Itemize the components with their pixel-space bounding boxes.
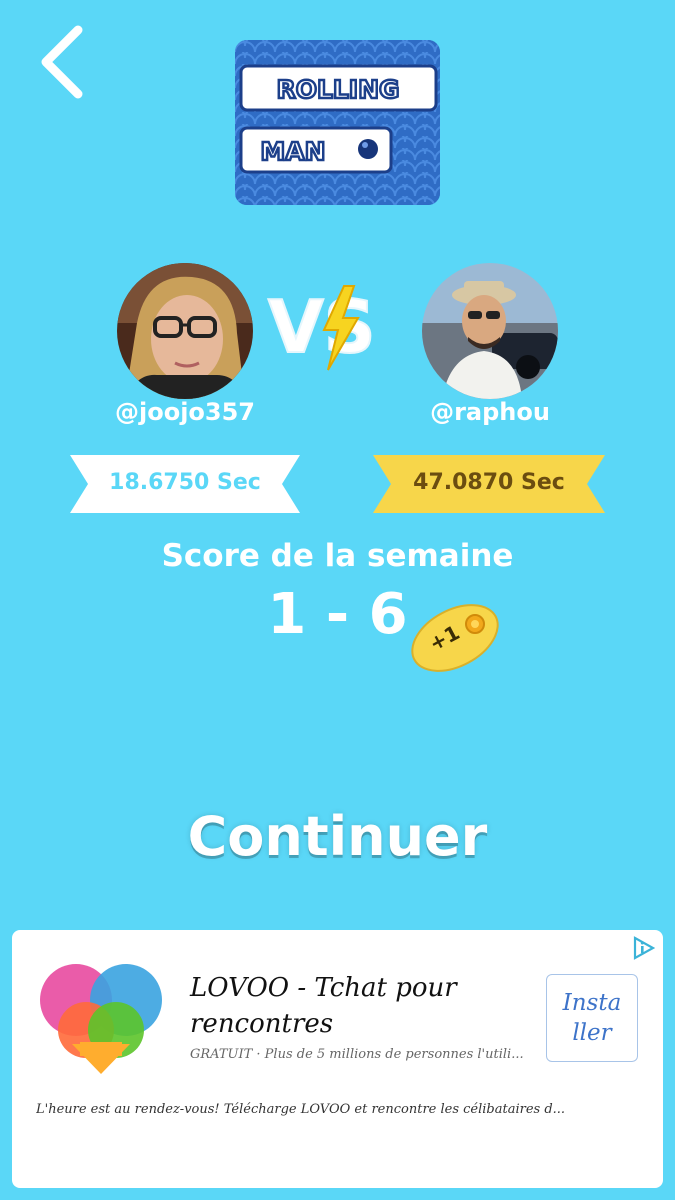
reward-badge: +1 — [405, 598, 505, 678]
username-left: @joojo357 — [114, 398, 255, 426]
ad-banner[interactable]: LOVOO - Tchat pour rencontres GRATUIT · … — [12, 930, 663, 1188]
ad-description: L'heure est au rendez-vous! Télécharge L… — [36, 1102, 566, 1117]
ad-install-button[interactable]: Insta ller — [546, 974, 638, 1062]
coin-icon — [465, 614, 485, 634]
continue-button[interactable]: Continuer — [0, 805, 675, 868]
time-ribbon-left: 18.6750 Sec — [70, 453, 300, 515]
week-score-value: 1 - 6 — [267, 582, 408, 647]
lovoo-logo-icon — [40, 964, 162, 1074]
week-score-title: Score de la semaine — [161, 538, 514, 574]
ad-choices-icon[interactable] — [631, 936, 655, 960]
versus-text: VS — [268, 285, 376, 369]
time-right: 47.0870 Sec — [413, 470, 565, 495]
avatar-player-right[interactable] — [422, 263, 558, 399]
ad-title[interactable]: LOVOO - Tchat pour rencontres — [190, 970, 530, 1042]
time-ribbon-right: 47.0870 Sec — [373, 453, 605, 515]
game-logo: ROLLING MAN — [235, 40, 440, 205]
logo-text-line2: MAN — [260, 137, 325, 166]
chevron-left-icon — [41, 25, 83, 99]
versus-graphic: VS — [266, 280, 410, 374]
time-left: 18.6750 Sec — [109, 470, 261, 495]
avatar-player-left[interactable] — [117, 263, 253, 399]
logo-text-line1: ROLLING — [276, 75, 399, 104]
back-button[interactable] — [34, 24, 90, 100]
username-right: @raphou — [430, 398, 550, 426]
ad-subtitle: GRATUIT · Plus de 5 millions de personne… — [190, 1047, 524, 1062]
